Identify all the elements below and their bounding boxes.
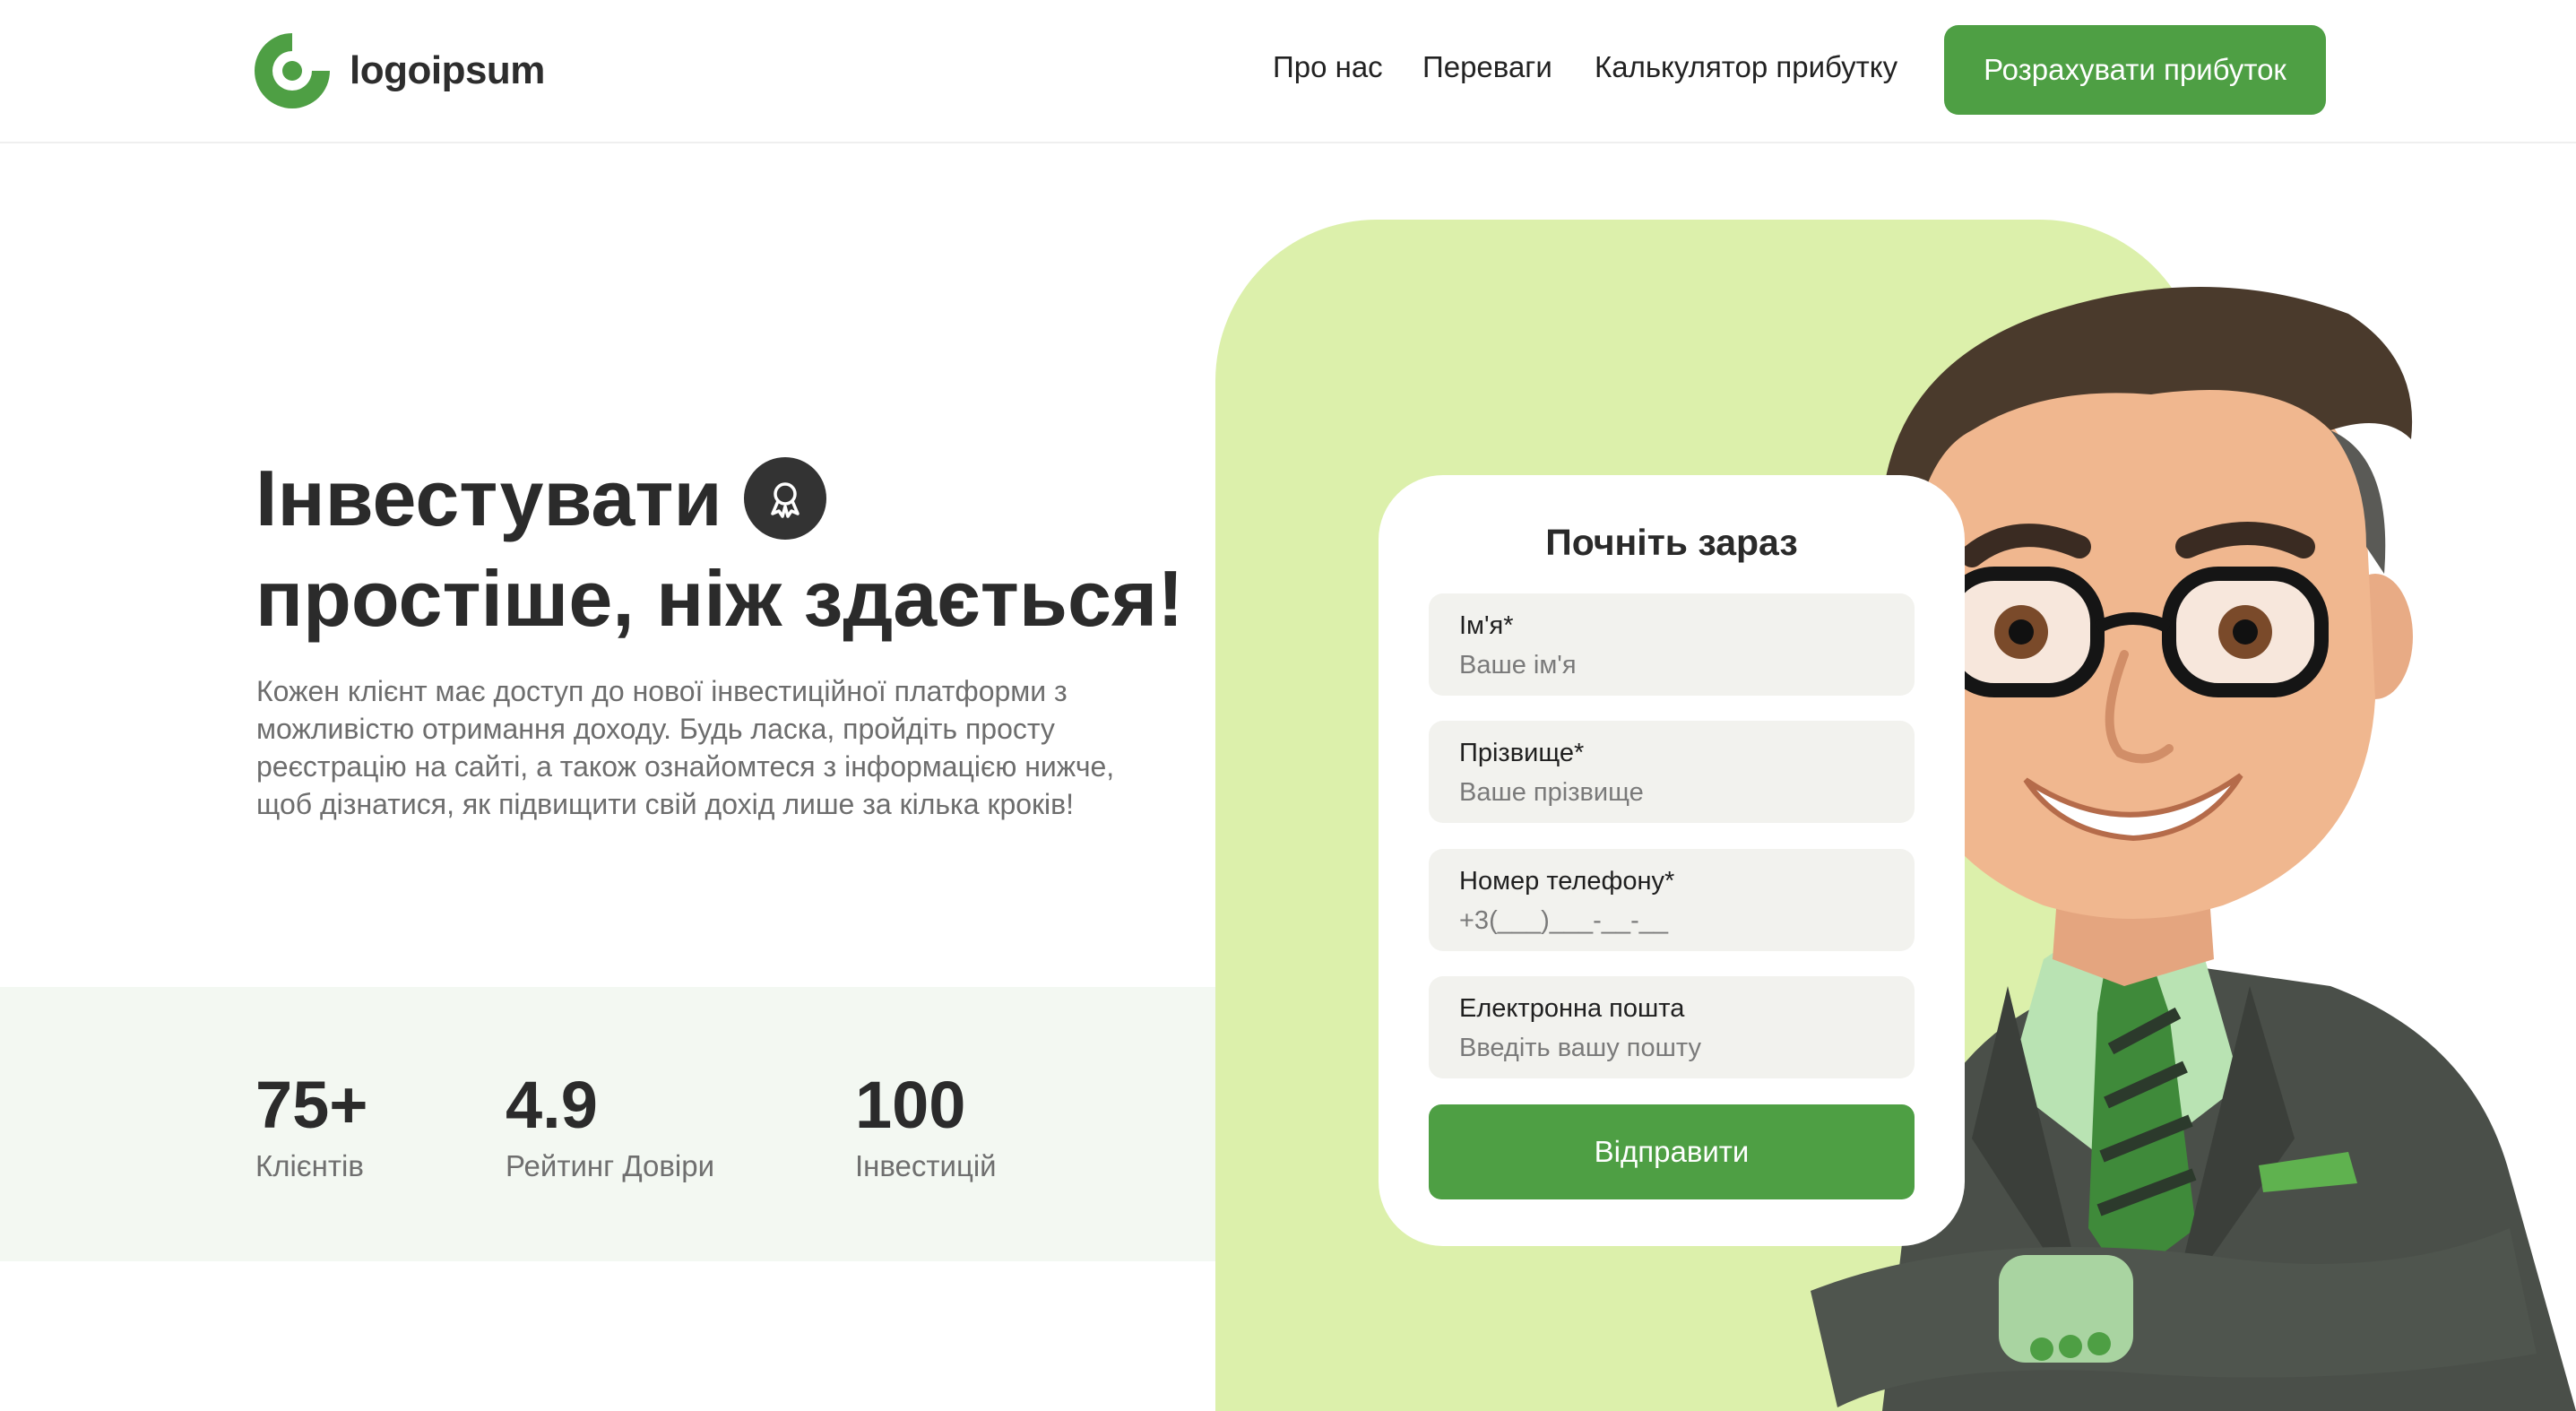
- hero-title-text-1: Інвестувати: [255, 454, 722, 542]
- first-name-label: Ім'я*: [1459, 611, 1514, 640]
- form-title: Почніть зараз: [1545, 522, 1798, 563]
- first-name-field[interactable]: Ім'я*: [1429, 593, 1915, 696]
- stat-value: 75+: [255, 1068, 368, 1142]
- email-label: Електронна пошта: [1459, 994, 1685, 1023]
- submit-button[interactable]: Відправити: [1429, 1104, 1915, 1199]
- stat-label: Клієнтів: [255, 1149, 364, 1182]
- stat-label: Рейтинг Довіри: [506, 1149, 715, 1182]
- hero-title: Інвестувати простіше, ніж здається!: [255, 448, 1223, 649]
- hero-description: Кожен клієнт має доступ до нової інвести…: [256, 675, 1115, 820]
- phone-field[interactable]: Номер телефону*: [1429, 849, 1915, 951]
- stat-value: 100: [855, 1068, 966, 1142]
- last-name-label: Прізвище*: [1459, 739, 1585, 767]
- logo-icon: [255, 33, 330, 108]
- stat-value: 4.9: [506, 1068, 598, 1142]
- calculate-profit-button[interactable]: Розрахувати прибуток: [1944, 25, 2326, 115]
- first-name-input[interactable]: [1459, 647, 1889, 683]
- last-name-field[interactable]: Прізвище*: [1429, 721, 1915, 823]
- phone-input[interactable]: [1459, 903, 1889, 939]
- signup-form-card: Почніть зараз Ім'я* Прізвище* Номер теле…: [1379, 475, 1965, 1246]
- stat-clients: 75+ Клієнтів: [255, 1067, 368, 1183]
- phone-label: Номер телефону*: [1459, 867, 1675, 896]
- email-field[interactable]: Електронна пошта: [1429, 976, 1915, 1078]
- stat-investments: 100 Інвестицій: [855, 1067, 997, 1183]
- logo-text: logoipsum: [350, 48, 545, 92]
- nav-profit-calculator[interactable]: Калькулятор прибутку: [1595, 50, 1897, 84]
- logo[interactable]: logoipsum: [249, 28, 545, 114]
- hero-title-line-2: простіше, ніж здається!: [255, 554, 1184, 643]
- nav-advantages[interactable]: Переваги: [1422, 50, 1552, 84]
- email-input[interactable]: [1459, 1030, 1889, 1066]
- nav-about[interactable]: Про нас: [1273, 50, 1383, 84]
- landing-page: logoipsum Про нас Переваги Калькулятор п…: [0, 0, 2576, 1411]
- stat-label: Інвестицій: [855, 1149, 997, 1182]
- award-icon: [743, 457, 826, 540]
- last-name-input[interactable]: [1459, 775, 1889, 810]
- stat-trust-rating: 4.9 Рейтинг Довіри: [506, 1067, 714, 1183]
- hero-title-line-1: Інвестувати: [255, 448, 1223, 549]
- site-header: logoipsum Про нас Переваги Калькулятор п…: [0, 0, 2576, 143]
